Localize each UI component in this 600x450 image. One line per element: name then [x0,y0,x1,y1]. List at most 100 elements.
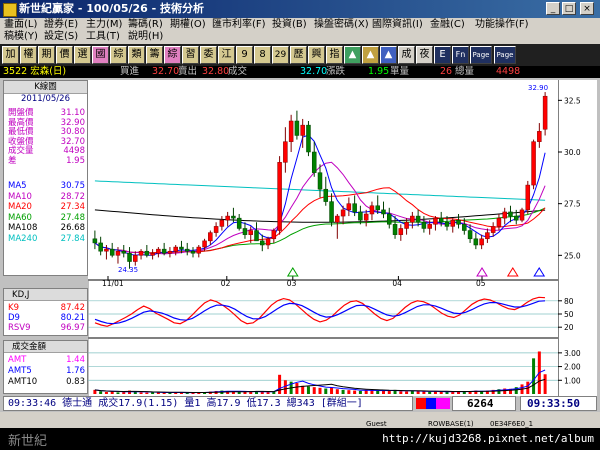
close-button[interactable]: × [580,2,594,15]
menu-intl[interactable]: 國際資訊(I) [372,19,423,31]
menu-code[interactable]: 操盤密碼(X) [314,19,369,31]
candle-body [184,248,190,252]
ma-info-value: 27.34 [60,202,85,212]
vol-value: 26 [440,66,453,77]
k-info-value: 4498 [63,146,85,156]
ma-info-row: MA5 30.75 [8,181,85,191]
menu-securities[interactable]: 證券(E) [44,19,78,31]
candle-body [231,215,236,219]
x-tick-label: 11/01 [102,279,124,288]
candle-body [496,217,502,227]
menu-chips[interactable]: 籌碼(R) [128,19,163,31]
chart-svg[interactable]: 11/01 02 03 04 05 32.90 24.35 [88,80,558,396]
candle-body [490,226,496,233]
candle-body [156,248,161,254]
tb-order-button[interactable]: 委 [200,46,217,64]
tb-triangle1-button[interactable]: ▲ [344,46,361,64]
tb-index-button[interactable]: 加 [2,46,19,64]
candle-body [502,211,507,219]
amt-bar [543,374,547,394]
tb-indicator-button[interactable]: 指 [326,46,343,64]
menu-invest[interactable]: 投資(B) [272,19,307,31]
stock-code-field[interactable]: 6264 [452,396,516,411]
amt-bar [353,390,357,394]
kd-info-row: D9 80.21 [8,313,85,323]
menu-tools[interactable]: 工具(T) [86,31,120,43]
menu-main-force[interactable]: 主力(M) [86,19,122,31]
tb-page2-button[interactable]: Page [494,46,516,64]
candle-body [208,232,213,242]
tb-deal-button[interactable]: 成 [398,46,415,64]
amt-bar [99,391,103,394]
ma-info-value: 27.48 [60,212,85,223]
menu-finance[interactable]: 金融(C) [430,19,465,31]
candle-body [479,238,484,246]
tb-country-button[interactable]: 國 [92,46,109,64]
kd-info-label: D9 [8,313,20,323]
amt-info-value: 1.76 [66,366,85,376]
tb-history-button[interactable]: 歷 [290,46,307,64]
amt-info-row: AMT10 0.83 [8,377,85,387]
menu-screen[interactable]: 畫面(L) [4,19,37,31]
ticker-bar: 09:33:46 德士通 成交17.9(1.15) 量1 高17.9 低17.3… [0,396,600,412]
candle-body [514,215,519,221]
amt-bar [295,383,299,394]
amt-bar [116,392,120,394]
tb-rise-button[interactable]: 興 [308,46,325,64]
tb-9-button[interactable]: 9 [236,46,253,64]
menu-help[interactable]: 說明(H) [128,31,163,43]
candle-body [121,250,126,254]
tb-select-button[interactable]: 選 [74,46,91,64]
maximize-button[interactable]: □ [562,2,576,15]
candle-body [456,219,461,225]
k-info-row: 差 1.95 [8,156,85,166]
watermark-url: http://kujd3268.pixnet.net/album [382,432,594,445]
tb-8-button[interactable]: 8 [254,46,271,64]
candle-body [519,209,525,221]
tb-price-button[interactable]: 價 [56,46,73,64]
tb-summary-button[interactable]: 綜 [110,46,127,64]
candle-body [421,222,427,229]
candle-body [294,120,300,136]
tb-habit-button[interactable]: 習 [182,46,199,64]
candle-body [323,188,329,202]
candle-body [427,224,432,229]
status-code: 0E34F6E0_1 [490,420,534,428]
price-axis: 32.5 30.0 27.5 25.0 80 50 20 3.00 2.00 1.00 [557,80,597,396]
candle-body [109,248,115,256]
menu-settings[interactable]: 設定(S) [44,31,78,43]
tb-river-button[interactable]: 江 [218,46,235,64]
menu-options[interactable]: 期權(O) [170,19,206,31]
menu-template[interactable]: 稿模(Y) [4,31,38,43]
amt-tick-label: 3.00 [564,349,581,358]
tb-e-button[interactable]: E [434,46,451,64]
tb-29-button[interactable]: 29 [272,46,289,64]
minimize-button[interactable]: _ [546,2,560,15]
tb-fn-button[interactable]: Fn [452,46,469,64]
candle-body [392,224,398,235]
candle-body [531,141,536,186]
tb-page1-button[interactable]: Page [470,46,492,64]
candle-body [381,209,386,215]
candle-body [98,242,103,252]
k-info-panel: K線圖 2011/05/26 開盤價 31.10 最高價 32.90 最低價 30.80 收… [3,80,88,276]
kd-series-k9 [94,296,546,327]
tb-futures-button[interactable]: 期 [38,46,55,64]
menu-functions[interactable]: 功能操作(F) [475,19,529,31]
menu-forex[interactable]: 匯市利率(F) [212,19,266,31]
tb-triangle2-button[interactable]: ▲ [362,46,379,64]
k-info-label: 最低價 [8,127,34,137]
tb-weight-button[interactable]: 權 [20,46,37,64]
tb-night-button[interactable]: 夜 [416,46,433,64]
tb-triangle3-button[interactable]: ▲ [380,46,397,64]
candle-body [138,250,144,256]
candle-body [248,230,253,235]
tb-summary2-button[interactable]: 綜 [164,46,181,64]
k-info-row: 開盤價 31.10 [8,108,85,118]
chart-area[interactable]: 11/01 02 03 04 05 32.90 24.35 [88,80,558,396]
tb-category-button[interactable]: 類 [128,46,145,64]
price-tick-label: 32.5 [564,96,581,105]
price-tick-label: 27.5 [564,200,581,209]
candle-body [352,203,357,213]
tb-chips-button[interactable]: 籌 [146,46,163,64]
